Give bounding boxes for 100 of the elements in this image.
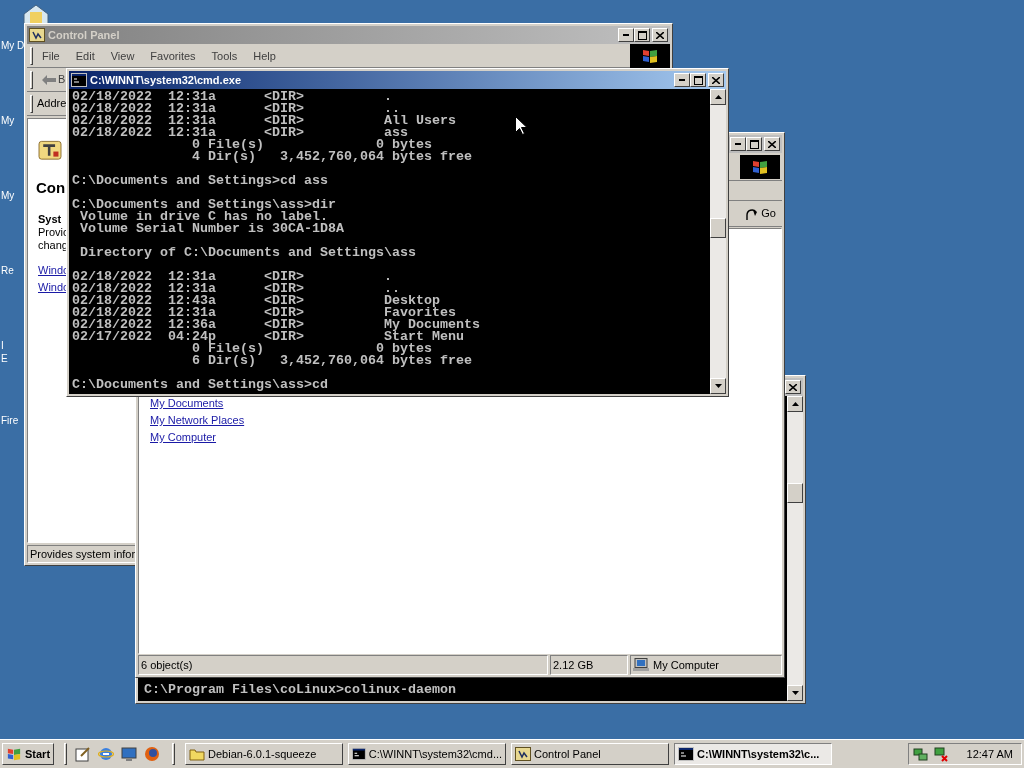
- close-button[interactable]: [708, 73, 724, 87]
- task-button[interactable]: C:\WINNT\system32\c...: [674, 743, 833, 765]
- scroll-thumb[interactable]: [787, 483, 803, 503]
- console-line: Volume in drive C has no label.: [79, 211, 328, 223]
- minimize-button[interactable]: [674, 73, 690, 87]
- down-arrow-icon: [714, 384, 722, 388]
- status-text: Provides system infor: [30, 546, 136, 562]
- control-panel-icon: [29, 28, 45, 42]
- console-icon: [678, 747, 695, 761]
- console-line: 02/18/2022 12:31a <DIR> .: [72, 271, 392, 283]
- desktop-icon-label[interactable]: Fire: [1, 414, 19, 427]
- go-button[interactable]: Go: [741, 205, 780, 222]
- network-icon[interactable]: [913, 746, 929, 762]
- scroll-down-button[interactable]: [710, 378, 726, 394]
- start-button[interactable]: Start: [2, 743, 55, 765]
- desktop-icon-label[interactable]: My: [1, 114, 15, 127]
- close-icon: [789, 383, 797, 391]
- item-title: Syst: [38, 213, 62, 226]
- console-line: 02/17/2022 04:24p <DIR> Start Menu: [72, 331, 464, 343]
- back-button[interactable]: B: [42, 71, 66, 88]
- scroll-up-button[interactable]: [787, 396, 803, 412]
- menu-item[interactable]: Help: [247, 48, 282, 65]
- console-line: C:\Documents and Settings\ass>cd: [72, 379, 328, 391]
- minimize-button[interactable]: [618, 28, 634, 42]
- console-line: 02/18/2022 12:31a <DIR> ass: [72, 127, 408, 139]
- console-line: 02/18/2022 12:36a <DIR> My Documents: [72, 319, 480, 331]
- globe-icon[interactable]: [98, 746, 115, 762]
- console-line: Volume Serial Number is 30CA-1D8A: [79, 223, 344, 235]
- panel-heading: Con: [36, 178, 66, 198]
- disconnected-network-icon[interactable]: [933, 746, 949, 762]
- link[interactable]: My Network Places: [150, 414, 245, 427]
- desktop-icon-label[interactable]: My D: [1, 39, 25, 52]
- go-arrow-icon: [745, 206, 760, 221]
- menu-item[interactable]: Edit: [69, 48, 101, 65]
- console-line: 4 Dir(s) 3,452,760,064 bytes free: [190, 151, 472, 163]
- link[interactable]: My Computer: [150, 431, 217, 444]
- window-title: C:\WINNT\system32\cmd.exe: [90, 72, 241, 88]
- close-button[interactable]: [785, 380, 801, 394]
- console-line: 6 Dir(s) 3,452,760,064 bytes free: [190, 355, 472, 367]
- back-arrow-icon: [42, 74, 56, 85]
- monitor-icon[interactable]: [121, 746, 138, 762]
- flag-logo: [740, 154, 780, 179]
- console-line: 02/18/2022 12:31a <DIR> .: [72, 91, 392, 103]
- maximize-button[interactable]: [746, 137, 762, 151]
- console-line: Directory of C:\Documents and Settings\ass: [79, 247, 416, 259]
- minimize-button[interactable]: [730, 137, 746, 151]
- control-panel-icon: [515, 747, 532, 761]
- desktop-icon-label[interactable]: E: [1, 352, 8, 365]
- console-icon: [71, 73, 87, 87]
- flag-icon: [6, 747, 22, 761]
- mouse-pointer-icon: [515, 116, 527, 135]
- desktop-icon-label[interactable]: Re: [1, 264, 14, 277]
- scroll-up-button[interactable]: [710, 89, 726, 105]
- down-arrow-icon: [791, 691, 799, 695]
- close-button[interactable]: [764, 137, 780, 151]
- task-button[interactable]: Control Panel: [511, 743, 670, 765]
- menu-item[interactable]: View: [104, 48, 141, 65]
- minimize-icon: [623, 34, 629, 36]
- menu-item[interactable]: Favorites: [144, 48, 202, 65]
- desktop-icon-label[interactable]: I: [1, 339, 4, 352]
- maximize-button[interactable]: [690, 73, 706, 87]
- up-arrow-icon: [714, 95, 722, 99]
- minimize-icon: [735, 143, 741, 145]
- maximize-icon: [749, 139, 759, 149]
- close-icon: [768, 140, 776, 148]
- up-arrow-icon: [791, 402, 799, 406]
- console-line: 0 File(s) 0 bytes: [190, 139, 432, 151]
- scroll-down-button[interactable]: [787, 685, 803, 701]
- status-zone: My Computer: [653, 657, 720, 673]
- maximize-button[interactable]: [634, 28, 650, 42]
- close-button[interactable]: [652, 28, 668, 42]
- task-button[interactable]: C:\WINNT\system32\cmd...: [348, 743, 507, 765]
- link[interactable]: My Documents: [150, 397, 224, 410]
- task-button[interactable]: Debian-6.0.1-squeeze: [185, 743, 344, 765]
- console-icon: [352, 747, 366, 761]
- address-label: Addre: [37, 96, 67, 112]
- folder-icon: [189, 747, 206, 761]
- console-line: 02/18/2022 12:31a <DIR> All Users: [72, 115, 456, 127]
- menu-item[interactable]: File: [36, 48, 66, 65]
- close-icon: [712, 76, 720, 84]
- console-line: 02/18/2022 12:31a <DIR> ..: [72, 103, 400, 115]
- maximize-icon: [637, 30, 647, 40]
- console-line: 02/18/2022 12:43a <DIR> Desktop: [72, 295, 440, 307]
- window-title: Control Panel: [48, 27, 120, 43]
- desktop-icon-label[interactable]: My: [1, 189, 15, 202]
- status-objects: 6 object(s): [138, 655, 548, 675]
- minimize-icon: [679, 79, 685, 81]
- menu-item[interactable]: Tools: [205, 48, 244, 65]
- maximize-icon: [693, 75, 703, 85]
- console-line: C:\Documents and Settings\ass>dir: [72, 199, 336, 211]
- status-size: 2.12 GB: [550, 655, 628, 675]
- notepad-icon[interactable]: [75, 746, 92, 762]
- console-line: C:\Program Files\coLinux>colinux-daemon: [144, 684, 456, 696]
- console-line: 02/18/2022 12:31a <DIR> Favorites: [72, 307, 456, 319]
- close-icon: [656, 31, 664, 39]
- clock: 12:47 AM: [966, 746, 1013, 762]
- computer-icon: [633, 658, 649, 672]
- toolbox-icon: [38, 138, 62, 160]
- browser-icon[interactable]: [144, 746, 161, 762]
- scroll-thumb[interactable]: [710, 218, 726, 238]
